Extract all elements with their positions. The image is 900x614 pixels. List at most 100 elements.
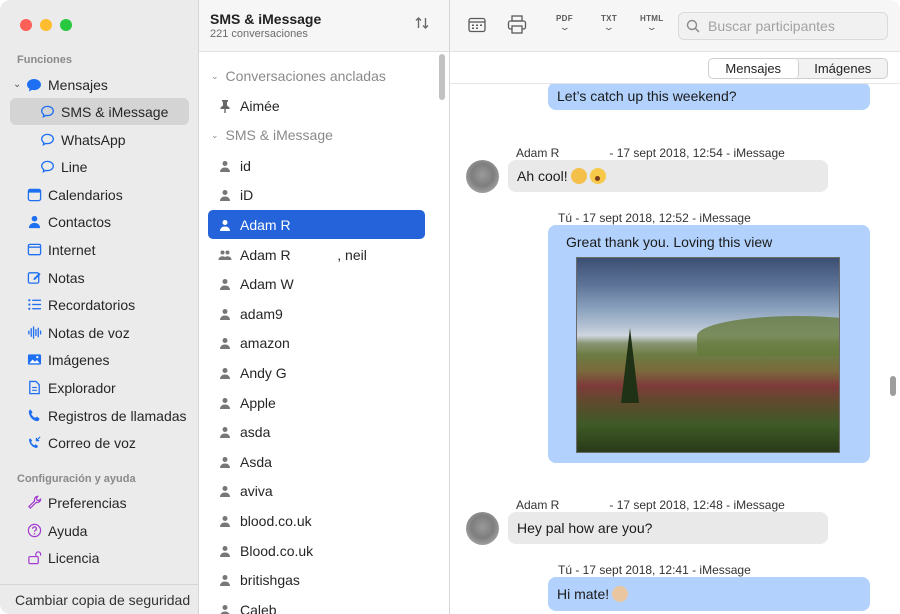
sidebar-item-calendars[interactable]: Calendarios	[10, 181, 189, 208]
list-item[interactable]: Andy G	[208, 358, 425, 387]
person-icon	[218, 603, 232, 614]
list-item[interactable]: blood.co.uk	[208, 506, 425, 535]
message-meta: Tú - 17 sept 2018, 12:52 - iMessage	[558, 211, 751, 225]
zoom-window-button[interactable]	[60, 19, 72, 31]
sidebar-item-label: WhatsApp	[61, 131, 126, 148]
list-item[interactable]: britishgas	[208, 565, 425, 594]
message-bubble-received[interactable]: Ah cool!	[508, 160, 828, 192]
sidebar-item-internet[interactable]: Internet	[10, 236, 189, 263]
sidebar-item-images[interactable]: Imágenes	[10, 346, 189, 373]
contact-name: Caleb	[240, 601, 277, 614]
tab-messages[interactable]: Mensajes	[709, 59, 799, 78]
contact-name: Adam R	[240, 216, 291, 233]
sidebar-item-voice-memos[interactable]: Notas de voz	[10, 319, 189, 346]
sidebar-item-label: Ayuda	[48, 522, 88, 539]
chevron-down-icon[interactable]: ⌄	[13, 79, 21, 90]
sort-button[interactable]	[414, 15, 430, 36]
phone-icon	[26, 408, 42, 424]
message-bubble-icon	[26, 77, 42, 93]
search-input[interactable]: Buscar participantes	[708, 18, 835, 34]
sort-arrows-icon	[415, 17, 429, 29]
photo-landscape-hill	[697, 316, 839, 356]
export-txt-button[interactable]: TXT ⌄	[601, 14, 617, 33]
sidebar-item-label: Line	[61, 158, 88, 175]
list-item[interactable]: Apple	[208, 388, 425, 417]
app-window: Funciones ⌄ Mensajes SMS & iMessage What…	[0, 0, 900, 614]
person-icon	[26, 214, 42, 230]
tab-images[interactable]: Imágenes	[799, 59, 888, 78]
person-icon	[218, 277, 232, 291]
sidebar-item-label: SMS & iMessage	[61, 103, 169, 120]
contact-name: asda	[240, 423, 271, 440]
message-bubble-received[interactable]: Hey pal how are you?	[508, 512, 828, 544]
contact-name: Andy G	[240, 364, 287, 381]
sidebar-item-whatsapp[interactable]: WhatsApp	[10, 126, 189, 153]
close-window-button[interactable]	[20, 19, 32, 31]
person-icon	[218, 159, 232, 173]
export-pdf-button[interactable]: PDF ⌄	[556, 14, 573, 33]
list-item[interactable]: iD	[208, 180, 425, 209]
list-item[interactable]: asda	[208, 417, 425, 446]
pinned-group-header[interactable]: ⌄ Conversaciones ancladas	[211, 68, 386, 84]
contact-name: adam9	[240, 305, 283, 322]
list-item[interactable]: Adam R , neil	[208, 240, 425, 269]
list-item[interactable]: Adam W	[208, 269, 425, 298]
message-bubble-outline-icon	[39, 132, 55, 148]
list-item[interactable]: aviva	[208, 476, 425, 505]
message-bubble-outline-icon	[39, 104, 55, 120]
sidebar-item-line[interactable]: Line	[10, 153, 189, 180]
message-text: Hey pal how are you?	[517, 520, 653, 536]
print-button[interactable]	[507, 15, 527, 34]
toolbar: PDF ⌄ TXT ⌄ HTML ⌄ Buscar participantes	[450, 0, 900, 52]
sidebar-item-explorer[interactable]: Explorador	[10, 374, 189, 401]
chevron-down-icon: ⌄	[602, 22, 616, 32]
message-text: Hi mate!	[557, 586, 610, 602]
message-text: Great thank you. Loving this view	[566, 234, 773, 250]
sidebar-item-voicemail[interactable]: Correo de voz	[10, 429, 189, 456]
list-item[interactable]: Caleb	[208, 595, 425, 614]
list-item[interactable]: Asda	[208, 447, 425, 476]
conversation-scrollbar[interactable]	[890, 376, 896, 396]
message-bubble-sent[interactable]: Great thank you. Loving this view	[548, 225, 870, 463]
sidebar-item-reminders[interactable]: Recordatorios	[10, 291, 189, 318]
list-item[interactable]: amazon	[208, 328, 425, 357]
list-item[interactable]: id	[208, 151, 425, 180]
export-html-button[interactable]: HTML ⌄	[640, 14, 663, 33]
sidebar-item-sms-imessage[interactable]: SMS & iMessage	[10, 98, 189, 125]
contact-name: iD	[240, 186, 254, 203]
sidebar-item-license[interactable]: Licencia	[10, 544, 189, 571]
sidebar-item-preferences[interactable]: Preferencias	[10, 489, 189, 516]
group-header-label: SMS & iMessage	[225, 127, 333, 143]
search-icon	[686, 19, 700, 33]
photo-landscape-tree	[621, 328, 639, 403]
contact-name: aviva	[240, 482, 273, 499]
sidebar: Funciones ⌄ Mensajes SMS & iMessage What…	[0, 0, 199, 614]
waveform-icon	[26, 325, 42, 341]
change-backup-button[interactable]: Cambiar copia de seguridad	[0, 584, 199, 614]
person-icon	[218, 366, 232, 380]
sidebar-item-help[interactable]: Ayuda	[10, 517, 189, 544]
sidebar-item-messages[interactable]: ⌄ Mensajes	[10, 71, 189, 98]
list-item[interactable]: Aimée	[208, 91, 425, 120]
list-item[interactable]: adam9	[208, 299, 425, 328]
sidebar-item-label: Notas de voz	[48, 324, 130, 341]
calendar-view-button[interactable]	[468, 17, 486, 33]
browser-window-icon	[26, 242, 42, 258]
list-item-selected[interactable]: Adam R	[208, 210, 425, 239]
sidebar-item-notes[interactable]: Notas	[10, 264, 189, 291]
sidebar-item-contacts[interactable]: Contactos	[10, 208, 189, 235]
list-title: SMS & iMessage	[210, 11, 322, 27]
search-field[interactable]: Buscar participantes	[678, 12, 888, 40]
sidebar-item-label: Notas	[48, 269, 85, 286]
sms-group-header[interactable]: ⌄ SMS & iMessage	[211, 127, 333, 143]
message-photo-attachment[interactable]	[576, 257, 840, 453]
list-scrollbar[interactable]	[439, 54, 445, 100]
list-item[interactable]: Blood.co.uk	[208, 536, 425, 565]
person-icon	[218, 336, 232, 350]
pin-icon	[218, 99, 232, 113]
minimize-window-button[interactable]	[40, 19, 52, 31]
person-icon	[218, 425, 232, 439]
message-bubble-sent[interactable]: Let’s catch up this weekend?	[548, 84, 870, 110]
sidebar-item-call-logs[interactable]: Registros de llamadas	[10, 402, 189, 429]
message-bubble-sent[interactable]: Hi mate!	[548, 577, 870, 611]
